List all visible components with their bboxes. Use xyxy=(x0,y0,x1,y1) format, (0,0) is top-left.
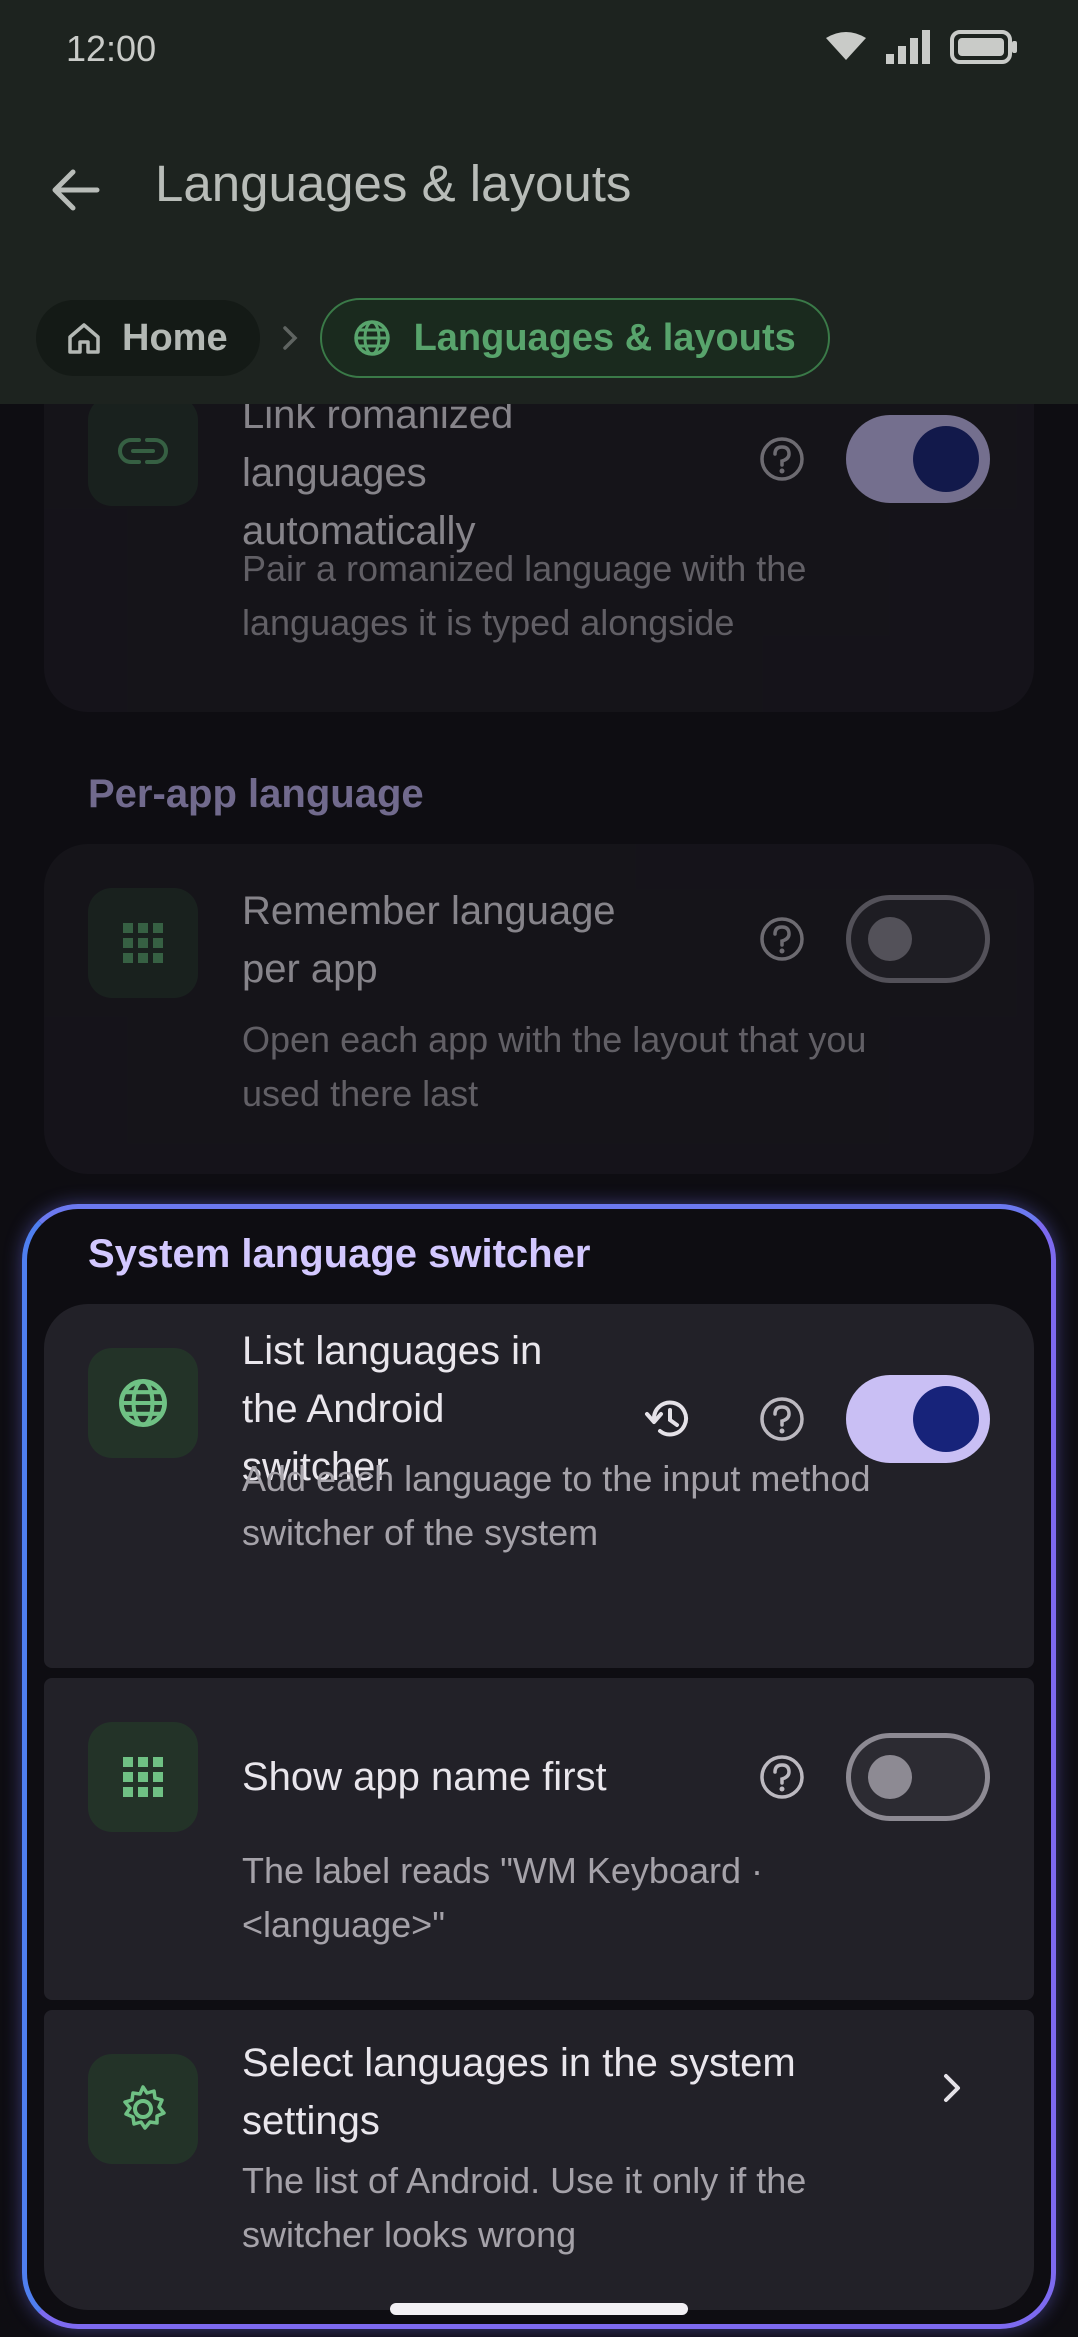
globe-icon-tile xyxy=(88,1348,198,1458)
chevron-right-icon xyxy=(944,2074,960,2102)
battery-icon xyxy=(950,30,1017,64)
app-name-first-card[interactable]: Show app name first The label reads "WM … xyxy=(44,1678,1034,2000)
settings-icon-tile xyxy=(88,2054,198,2164)
toggle-knob xyxy=(868,917,912,961)
page-title: Languages & layouts xyxy=(155,155,632,212)
back-button[interactable] xyxy=(46,160,106,220)
apps-icon-tile xyxy=(88,888,198,998)
list-languages-card[interactable]: List languages in the Android switcher A… xyxy=(44,1304,1034,1668)
breadcrumb-current-label: Languages & layouts xyxy=(413,316,796,359)
per-app-toggle[interactable] xyxy=(846,895,990,983)
history-icon[interactable] xyxy=(644,1394,694,1444)
link-romanized-title: Link romanized languages automatically xyxy=(242,404,514,553)
help-icon[interactable] xyxy=(758,1395,806,1443)
app-name-first-title: Show app name first xyxy=(242,1755,607,1799)
select-languages-subtitle: The list of Android. Use it only if the … xyxy=(242,2160,807,2255)
home-icon xyxy=(68,323,100,354)
app-bar: Languages & layouts Home Languages & lay… xyxy=(0,100,1078,404)
breadcrumb-home-label: Home xyxy=(122,316,228,359)
gear-icon xyxy=(123,2085,166,2130)
per-app-card[interactable]: Remember language per app Open each app … xyxy=(44,844,1034,1174)
select-languages-card[interactable]: Select languages in the system settings … xyxy=(44,2010,1034,2310)
per-app-title: Remember language per app xyxy=(242,889,616,991)
app-name-first-subtitle: The label reads "WM Keyboard · <language… xyxy=(242,1850,763,1945)
status-time: 12:00 xyxy=(66,28,157,69)
section-label-per-app: Per-app language xyxy=(88,772,424,816)
select-languages-title: Select languages in the system settings xyxy=(242,2041,796,2143)
apps-grid-icon xyxy=(123,1757,163,1797)
breadcrumb: Home Languages & layouts xyxy=(36,298,830,378)
link-romanized-toggle[interactable] xyxy=(846,415,990,503)
link-icon xyxy=(118,438,168,464)
apps-icon-tile xyxy=(88,1722,198,1832)
link-romanized-subtitle: Pair a romanized language with the langu… xyxy=(242,548,807,643)
wifi-icon xyxy=(826,32,866,60)
settings-content[interactable]: Link romanized languages automatically P… xyxy=(0,404,1078,2337)
toggle-knob xyxy=(868,1755,912,1799)
per-app-subtitle: Open each app with the layout that you u… xyxy=(242,1019,867,1114)
help-icon[interactable] xyxy=(758,1753,806,1801)
breadcrumb-home[interactable]: Home xyxy=(36,300,260,376)
breadcrumb-separator xyxy=(260,324,320,352)
toggle-knob xyxy=(913,426,979,492)
chevron-right-icon xyxy=(282,326,298,350)
globe-icon xyxy=(353,320,390,356)
help-icon[interactable] xyxy=(758,435,806,483)
status-bar: 12:00 xyxy=(0,0,1078,100)
app-name-first-toggle[interactable] xyxy=(846,1733,990,1821)
globe-icon xyxy=(119,1379,167,1427)
apps-grid-icon xyxy=(123,923,163,963)
home-indicator[interactable] xyxy=(390,2303,688,2315)
toggle-knob xyxy=(913,1386,979,1452)
help-icon[interactable] xyxy=(758,915,806,963)
link-romanized-card[interactable]: Link romanized languages automatically P… xyxy=(44,404,1034,712)
breadcrumb-current[interactable]: Languages & layouts xyxy=(319,298,830,378)
link-icon-tile xyxy=(88,404,198,506)
section-label-system-switcher: System language switcher xyxy=(88,1232,591,1276)
signal-icon xyxy=(886,30,930,64)
status-icons xyxy=(826,30,1018,64)
arrow-back-icon xyxy=(52,169,100,211)
list-languages-subtitle: Add each language to the input method sw… xyxy=(242,1458,871,1553)
list-languages-toggle[interactable] xyxy=(846,1375,990,1463)
